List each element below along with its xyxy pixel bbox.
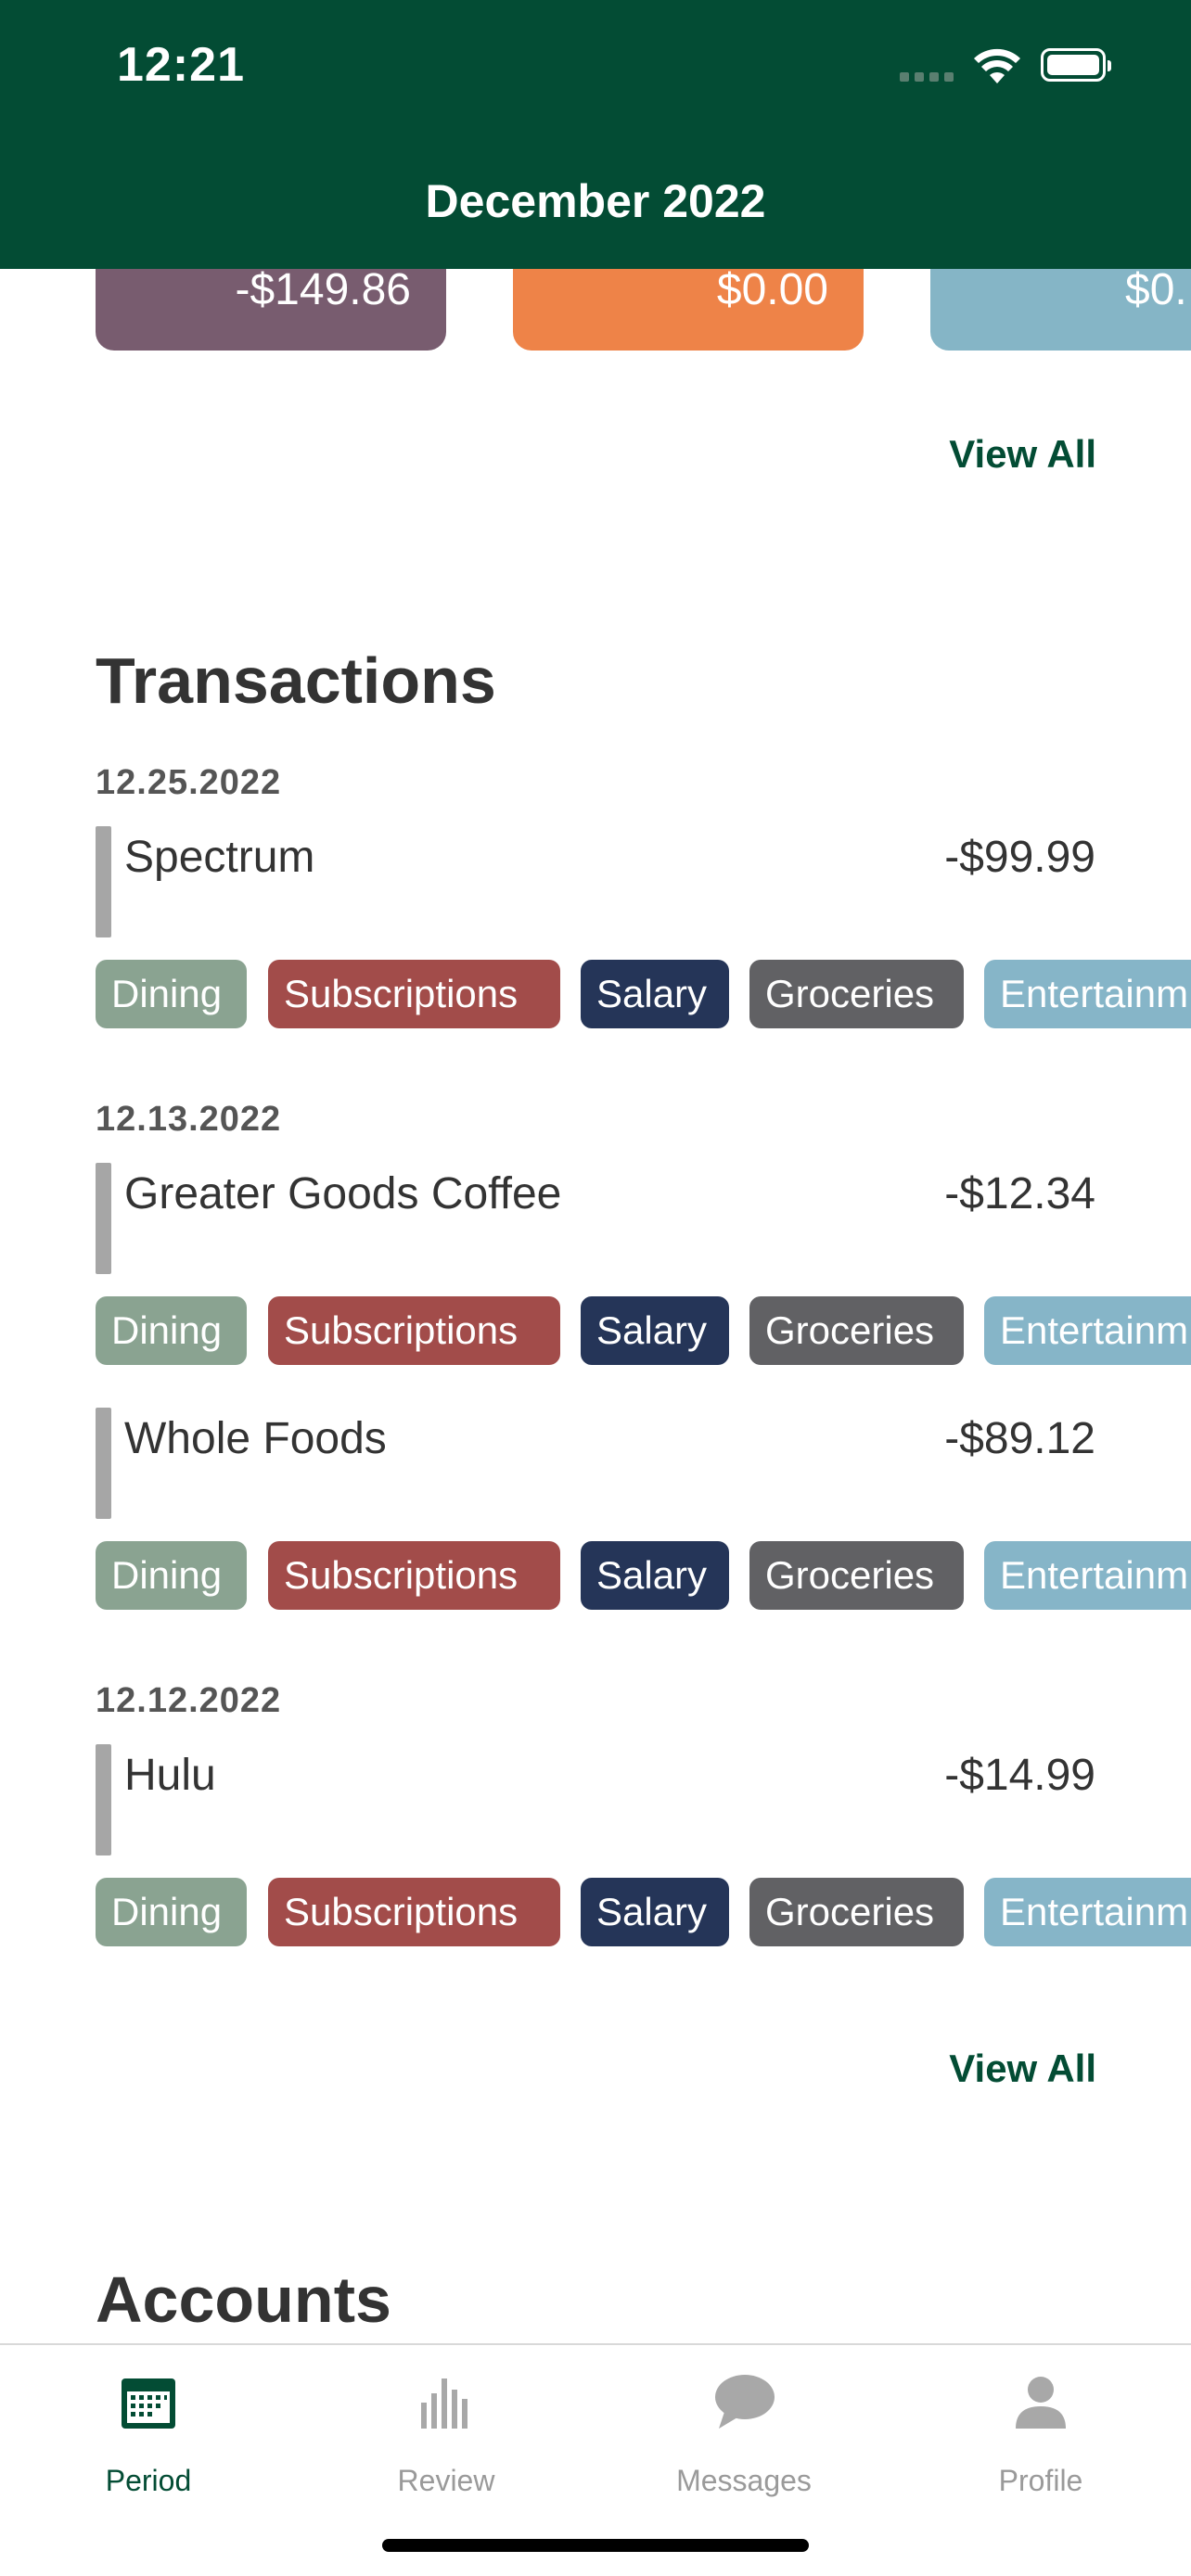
- header: 12:21 December 2022: [0, 0, 1191, 269]
- transaction-date: 12.12.2022: [96, 1681, 282, 1720]
- transaction-date: 12.13.2022: [96, 1100, 282, 1139]
- tag-row[interactable]: Dining Subscriptions Salary Groceries En…: [96, 960, 1191, 1028]
- transaction-indicator: [96, 1163, 111, 1274]
- tag-entertainment[interactable]: Entertainm: [984, 1296, 1191, 1365]
- transaction-name: Greater Goods Coffee: [124, 1169, 562, 1218]
- view-all-button[interactable]: View All: [949, 2047, 1096, 2091]
- tab-label: Messages: [676, 2464, 812, 2497]
- transaction-row[interactable]: Hulu -$14.99: [96, 1744, 1095, 1855]
- home-indicator: [382, 2539, 809, 2552]
- tag-groceries[interactable]: Groceries: [749, 1541, 964, 1610]
- tag-groceries[interactable]: Groceries: [749, 1296, 964, 1365]
- transaction-indicator: [96, 1744, 111, 1855]
- section-title-accounts: Accounts: [96, 2264, 391, 2336]
- transaction-row[interactable]: Whole Foods -$89.12: [96, 1408, 1095, 1519]
- battery-icon: [1041, 48, 1111, 82]
- tag-dining[interactable]: Dining: [96, 1878, 247, 1946]
- card-amount: $0.: [1125, 265, 1187, 314]
- tag-salary[interactable]: Salary: [581, 960, 729, 1028]
- transaction-amount: -$89.12: [944, 1414, 1095, 1463]
- tag-salary[interactable]: Salary: [581, 1878, 729, 1946]
- tab-label: Review: [397, 2464, 495, 2497]
- tag-salary[interactable]: Salary: [581, 1296, 729, 1365]
- page-title[interactable]: December 2022: [0, 174, 1191, 228]
- person-icon: [1016, 2377, 1066, 2429]
- tag-entertainment[interactable]: Entertainm: [984, 1541, 1191, 1610]
- tag-dining[interactable]: Dining: [96, 1296, 247, 1365]
- tag-subscriptions[interactable]: Subscriptions: [268, 1296, 560, 1365]
- tag-dining[interactable]: Dining: [96, 960, 247, 1028]
- tag-subscriptions[interactable]: Subscriptions: [268, 960, 560, 1028]
- tag-subscriptions[interactable]: Subscriptions: [268, 1878, 560, 1946]
- transaction-name: Spectrum: [124, 833, 315, 882]
- tab-label: Period: [105, 2464, 192, 2497]
- transaction-amount: -$99.99: [944, 833, 1095, 882]
- speech-bubble-icon: [715, 2375, 775, 2429]
- tag-groceries[interactable]: Groceries: [749, 1878, 964, 1946]
- calendar-icon: [122, 2378, 175, 2429]
- tag-row[interactable]: Dining Subscriptions Salary Groceries En…: [96, 1878, 1191, 1946]
- transaction-indicator: [96, 826, 111, 937]
- tag-row[interactable]: Dining Subscriptions Salary Groceries En…: [96, 1541, 1191, 1610]
- status-time: 12:21: [117, 38, 245, 92]
- transaction-amount: -$14.99: [944, 1751, 1095, 1800]
- tag-groceries[interactable]: Groceries: [749, 960, 964, 1028]
- bar-chart-icon: [421, 2378, 467, 2429]
- transaction-row[interactable]: Spectrum -$99.99: [96, 826, 1095, 937]
- view-all-button[interactable]: View All: [949, 432, 1096, 477]
- tag-subscriptions[interactable]: Subscriptions: [268, 1541, 560, 1610]
- tag-entertainment[interactable]: Entertainm: [984, 1878, 1191, 1946]
- tag-dining[interactable]: Dining: [96, 1541, 247, 1610]
- tab-profile[interactable]: Profile: [929, 2345, 1152, 2531]
- cellular-signal-icon: [900, 72, 954, 82]
- transaction-row[interactable]: Greater Goods Coffee -$12.34: [96, 1163, 1095, 1274]
- tag-row[interactable]: Dining Subscriptions Salary Groceries En…: [96, 1296, 1191, 1365]
- tab-period[interactable]: Period: [37, 2345, 260, 2531]
- transaction-indicator: [96, 1408, 111, 1519]
- tab-review[interactable]: Review: [335, 2345, 557, 2531]
- card-amount: -$149.86: [235, 265, 412, 314]
- tab-label: Profile: [998, 2464, 1083, 2497]
- transaction-date: 12.25.2022: [96, 763, 282, 802]
- section-title-transactions: Transactions: [96, 644, 496, 717]
- transaction-name: Whole Foods: [124, 1414, 387, 1463]
- tab-messages[interactable]: Messages: [633, 2345, 855, 2531]
- wifi-icon: [974, 48, 1020, 83]
- tag-entertainment[interactable]: Entertainm: [984, 960, 1191, 1028]
- tag-salary[interactable]: Salary: [581, 1541, 729, 1610]
- transaction-name: Hulu: [124, 1751, 216, 1800]
- transaction-amount: -$12.34: [944, 1169, 1095, 1218]
- card-amount: $0.00: [716, 265, 828, 314]
